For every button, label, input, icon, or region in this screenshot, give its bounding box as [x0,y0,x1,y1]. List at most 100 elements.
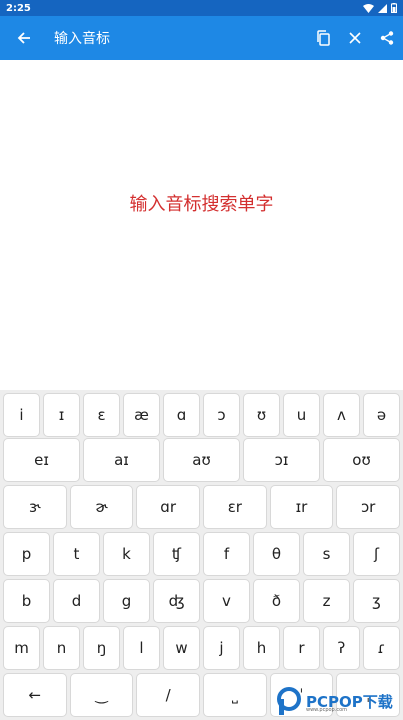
key-row5-5[interactable]: ð [253,579,300,623]
key-row1-7[interactable]: u [283,393,320,437]
key-row4-1[interactable]: t [53,532,100,576]
content-area: 输入音标搜索单字 [0,60,403,390]
key-label: i [19,406,24,424]
key-row5-7[interactable]: ʒ [353,579,400,623]
key-row3-2[interactable]: ɑr [136,485,200,529]
key-row3-1[interactable]: ɚ [69,485,134,529]
key-label: ð [271,592,282,610]
key-label: ʔ [337,639,346,657]
app-bar-actions [307,16,403,60]
key-row6-0[interactable]: m [3,626,40,670]
key-row1-1[interactable]: ɪ [43,393,80,437]
key-row2-0[interactable]: eɪ [3,438,80,482]
signal-icon [378,3,387,13]
ipa-keyboard: i ɪ ɛ æ ɑ ɔ ʊ u ʌ ə eɪ aɪ aʊ ɔɪ oʊ ɝ ɚ ɑr ɛr ɪr ɔr p t k ʧ f θ s ʃ b d… [0,390,403,720]
key-label: f [223,545,230,563]
key-row1-0[interactable]: i [3,393,40,437]
key-label: ɛr [227,498,242,516]
key-label: ɛ [97,406,106,424]
key-row5-1[interactable]: d [53,579,100,623]
key-row6-4[interactable]: w [163,626,200,670]
watermark: PCPOP下载 www.pcpop.com [276,683,403,719]
key-row4-7[interactable]: ʃ [353,532,400,576]
key-row6-2[interactable]: ŋ [83,626,120,670]
key-label: ⎵ [231,686,238,704]
copy-button[interactable] [307,16,339,60]
key-row4-5[interactable]: θ [253,532,300,576]
key-label: ɪ [58,406,65,424]
key-row2-4[interactable]: oʊ [323,438,400,482]
key-row1-4[interactable]: ɑ [163,393,200,437]
key-row2-1[interactable]: aɪ [83,438,160,482]
key-row6-7[interactable]: r [283,626,320,670]
key-label: ʌ [337,406,346,424]
key-row1-5[interactable]: ɔ [203,393,240,437]
pcpop-logo-icon [277,687,301,715]
close-button[interactable] [339,16,371,60]
key-row4-2[interactable]: k [103,532,150,576]
key-label: ɚ [95,498,108,516]
battery-icon [391,3,397,13]
key-label: ɑ [176,406,187,424]
key-row6-9[interactable]: ɾ [363,626,400,670]
key-label: p [21,545,32,563]
status-bar: 2:25 [0,0,403,16]
key-label: l [139,639,144,657]
share-icon [380,31,394,45]
key-row6-6[interactable]: h [243,626,280,670]
share-button[interactable] [371,16,403,60]
key-label: u [296,406,307,424]
key-row4-4[interactable]: f [203,532,250,576]
key-row1-6[interactable]: ʊ [243,393,280,437]
key-row4-3[interactable]: ʧ [153,532,200,576]
key-row5-2[interactable]: g [103,579,150,623]
key-row1-9[interactable]: ə [363,393,400,437]
key-row3-5[interactable]: ɔr [336,485,400,529]
key-row6-1[interactable]: n [43,626,80,670]
back-button[interactable] [0,16,48,60]
status-icons [363,3,397,13]
app-bar: 输入音标 [0,16,403,60]
key-row1-2[interactable]: ɛ [83,393,120,437]
key-label: aʊ [192,451,211,469]
key-row2-2[interactable]: aʊ [163,438,240,482]
key-row4-0[interactable]: p [3,532,50,576]
key-label: ŋ [96,639,107,657]
key-row7-0[interactable]: ← [3,673,67,717]
key-row3-4[interactable]: ɪr [269,485,334,529]
key-row5-4[interactable]: v [203,579,250,623]
watermark-sub: www.pcpop.com [306,707,347,713]
key-row3-3[interactable]: ɛr [203,485,267,529]
key-row4-6[interactable]: s [303,532,350,576]
key-row5-3[interactable]: ʤ [153,579,200,623]
key-row1-3[interactable]: æ [123,393,160,437]
key-label: / [165,686,171,704]
key-row5-6[interactable]: z [303,579,350,623]
key-label: s [322,545,331,563]
key-row7-2[interactable]: / [136,673,200,717]
key-row2-3[interactable]: ɔɪ [243,438,320,482]
search-hint: 输入音标搜索单字 [129,194,274,215]
key-row7-1[interactable]: ‿ [69,673,134,717]
key-label: w [175,639,188,657]
key-row7-3[interactable]: ⎵ [203,673,267,717]
key-label: oʊ [352,451,371,469]
key-row5-0[interactable]: b [3,579,50,623]
page-title: 输入音标 [54,31,110,47]
key-label: ɾ [377,639,386,657]
key-label: b [21,592,32,610]
key-row6-5[interactable]: j [203,626,240,670]
key-label: θ [271,545,282,563]
key-label: eɪ [34,451,49,469]
key-row6-3[interactable]: l [123,626,160,670]
key-label: æ [134,406,149,424]
key-label: ← [28,686,42,704]
key-row1-8[interactable]: ʌ [323,393,360,437]
key-row3-0[interactable]: ɝ [3,485,67,529]
wifi-icon [363,3,374,13]
key-label: g [121,592,132,610]
key-label: n [56,639,67,657]
key-label: j [219,639,224,657]
key-row6-8[interactable]: ʔ [323,626,360,670]
key-label: h [256,639,267,657]
